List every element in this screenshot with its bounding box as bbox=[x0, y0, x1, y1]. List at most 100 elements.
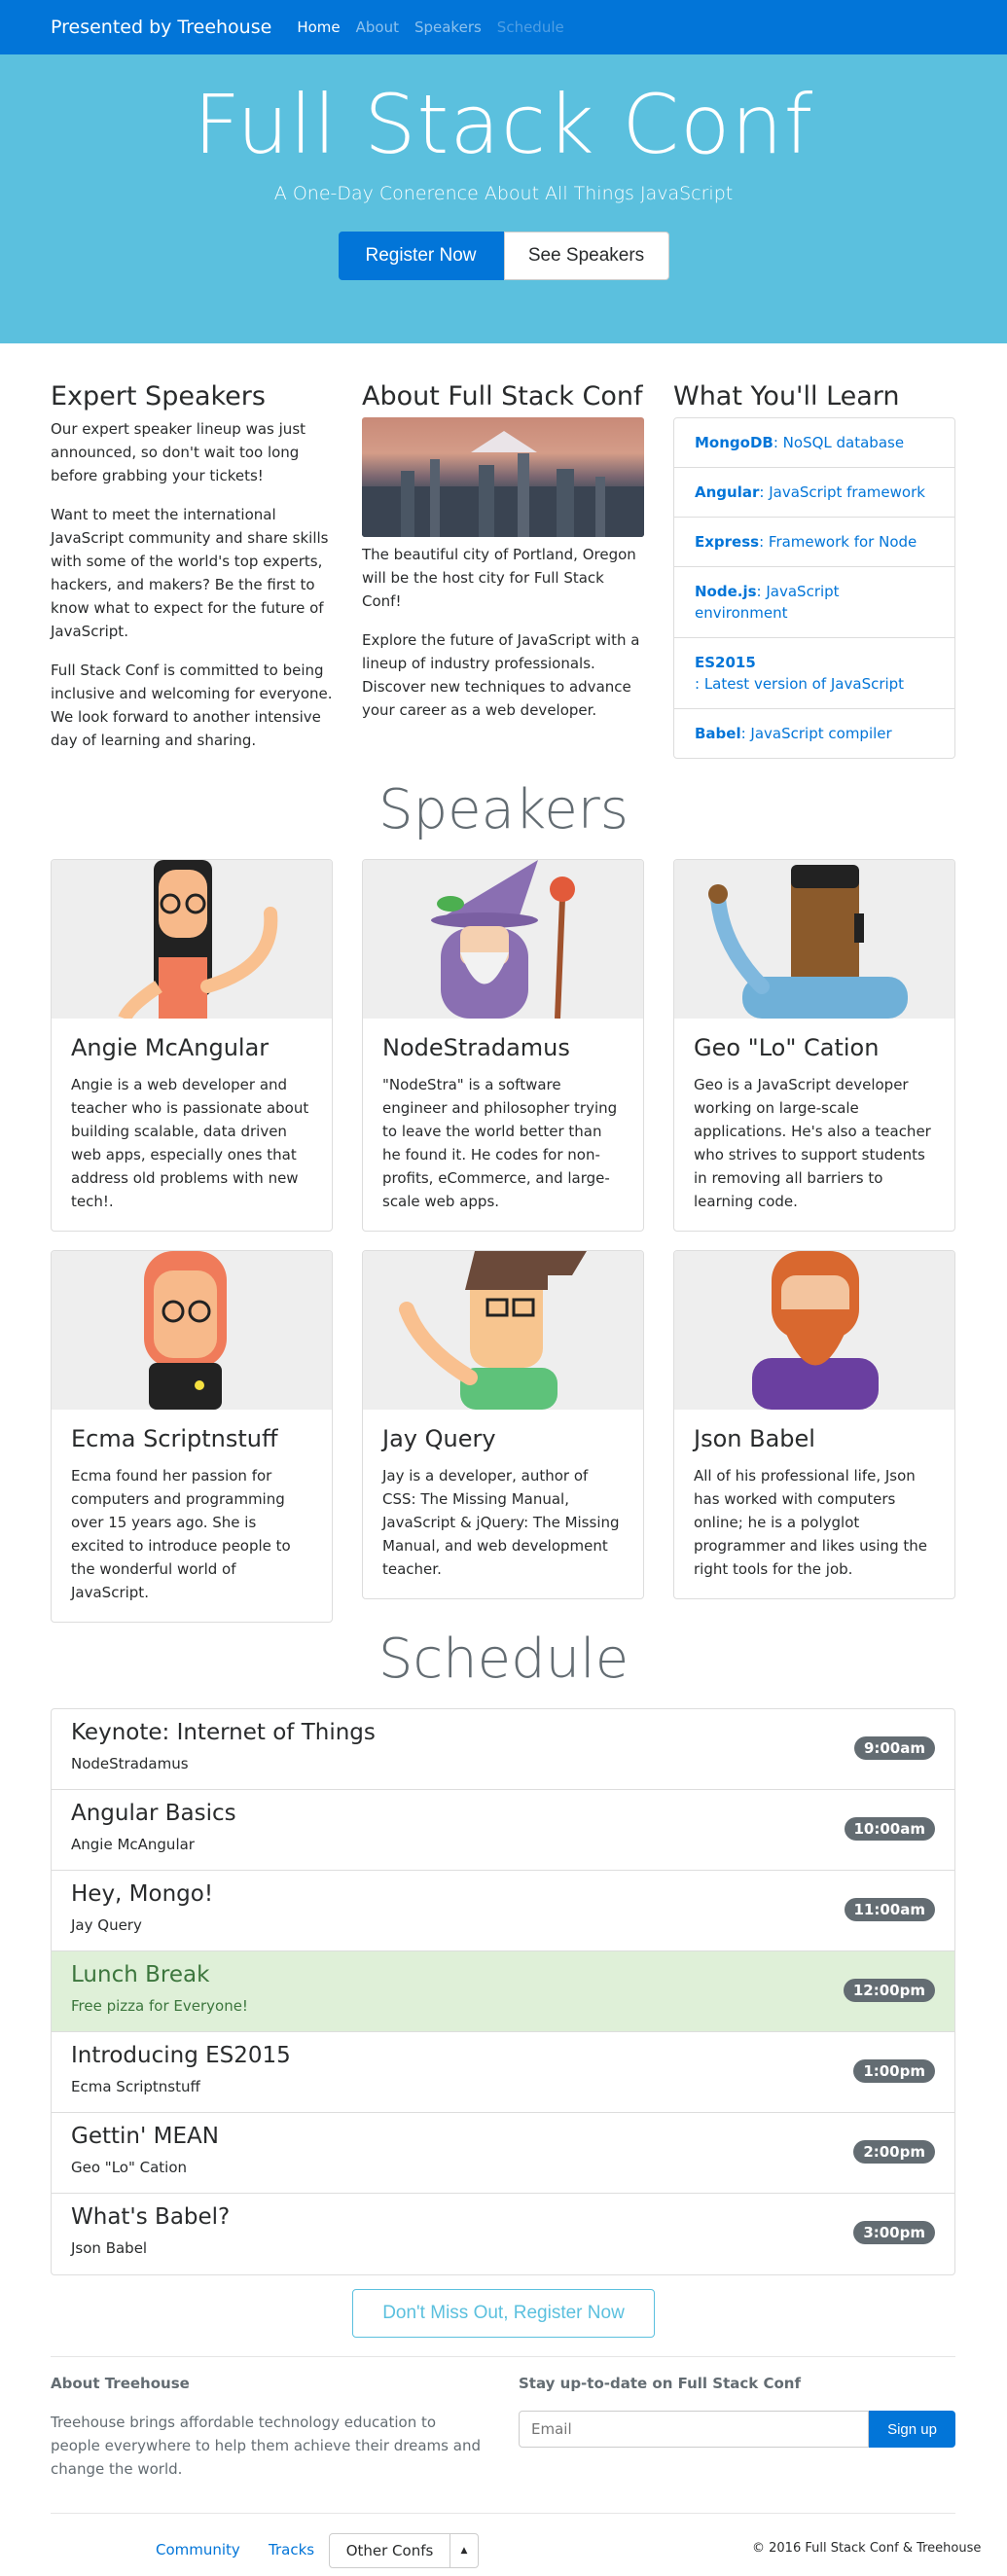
speakers-heading: Speakers bbox=[378, 778, 629, 841]
speaker-name: NodeStradamus bbox=[382, 1034, 570, 1061]
learn-item-babel[interactable]: Babel: JavaScript compiler bbox=[674, 709, 954, 758]
session-title: Introducing ES2015 bbox=[71, 2043, 291, 2068]
session-speaker: Angie McAngular bbox=[71, 1836, 195, 1853]
speaker-card: Angie McAngular Angie is a web developer… bbox=[51, 859, 333, 1232]
nav-home[interactable]: Home bbox=[297, 18, 340, 36]
speaker-bio: Angie is a web developer and teacher who… bbox=[71, 1076, 309, 1210]
speaker-card: Json Babel All of his professional life,… bbox=[673, 1250, 955, 1599]
nav-schedule[interactable]: Schedule bbox=[497, 18, 564, 36]
about-paragraph: Explore the future of JavaScript with a … bbox=[362, 631, 640, 719]
speaker-name: Jay Query bbox=[382, 1425, 496, 1452]
schedule-item: Hey, Mongo! Jay Query 11:00am bbox=[52, 1871, 954, 1951]
learn-item-express[interactable]: Express: Framework for Node bbox=[674, 518, 954, 567]
about-column: About Full Stack Conf The beautiful city… bbox=[362, 381, 644, 737]
signup-button[interactable]: Sign up bbox=[869, 2411, 955, 2448]
learn-item-mongodb[interactable]: MongoDB: NoSQL database bbox=[674, 418, 954, 468]
time-badge: 12:00pm bbox=[843, 1979, 935, 2002]
speaker-avatar bbox=[674, 1251, 954, 1410]
hero-jumbotron: Full Stack Conf A One-Day Conerence Abou… bbox=[0, 54, 1007, 343]
nav-speakers[interactable]: Speakers bbox=[414, 18, 482, 36]
session-speaker: Geo "Lo" Cation bbox=[71, 2159, 188, 2176]
schedule-item: Keynote: Internet of Things NodeStradamus… bbox=[52, 1709, 954, 1790]
about-treehouse-heading: About Treehouse bbox=[51, 2375, 190, 2392]
speaker-card: Jay Query Jay is a developer, author of … bbox=[362, 1250, 644, 1599]
community-link[interactable]: Community bbox=[156, 2541, 240, 2558]
speaker-bio: "NodeStra" is a software engineer and ph… bbox=[382, 1076, 618, 1210]
about-heading: About Full Stack Conf bbox=[362, 381, 643, 411]
speaker-avatar bbox=[674, 860, 954, 1019]
schedule-list: Keynote: Internet of Things NodeStradamus… bbox=[51, 1708, 955, 2275]
time-badge: 3:00pm bbox=[853, 2221, 935, 2244]
tracks-link[interactable]: Tracks bbox=[269, 2541, 314, 2558]
speaker-avatar bbox=[363, 860, 643, 1019]
learn-item-angular[interactable]: Angular: JavaScript framework bbox=[674, 468, 954, 518]
hero-button-group: Register Now See Speakers bbox=[0, 232, 1007, 280]
about-caption: The beautiful city of Portland, Oregon w… bbox=[362, 546, 636, 610]
copyright-text: © 2016 Full Stack Conf & Treehouse bbox=[752, 2541, 982, 2556]
speaker-bio: Jay is a developer, author of CSS: The M… bbox=[382, 1467, 620, 1578]
about-treehouse-text: Treehouse brings affordable technology e… bbox=[51, 2414, 481, 2478]
schedule-item: Introducing ES2015 Ecma Scriptnstuff 1:00p… bbox=[52, 2032, 954, 2113]
expert-paragraph: Full Stack Conf is committed to being in… bbox=[51, 662, 333, 749]
time-badge: 9:00am bbox=[853, 1736, 935, 1760]
session-title: Gettin' MEAN bbox=[71, 2124, 219, 2149]
schedule-item: Gettin' MEAN Geo "Lo" Cation 2:00pm bbox=[52, 2113, 954, 2194]
see-speakers-button[interactable]: See Speakers bbox=[503, 232, 669, 280]
speaker-name: Ecma Scriptnstuff bbox=[71, 1425, 278, 1452]
speaker-avatar bbox=[52, 860, 332, 1019]
speaker-bio: Ecma found her passion for computers and… bbox=[71, 1467, 291, 1601]
hero-subtitle: A One-Day Conerence About All Things Jav… bbox=[273, 183, 734, 204]
divider bbox=[51, 2513, 955, 2514]
speaker-name: Angie McAngular bbox=[71, 1034, 270, 1061]
speaker-name: Json Babel bbox=[694, 1425, 815, 1452]
speaker-avatar bbox=[363, 1251, 643, 1410]
time-badge: 10:00am bbox=[844, 1817, 935, 1841]
speaker-bio: Geo is a JavaScript developer working on… bbox=[694, 1076, 931, 1210]
schedule-heading: Schedule bbox=[378, 1628, 629, 1691]
other-confs-split-button: Other Confs ▲ bbox=[329, 2533, 479, 2568]
newsletter-heading: Stay up-to-date on Full Stack Conf bbox=[519, 2375, 801, 2392]
session-speaker: Free pizza for Everyone! bbox=[71, 1997, 248, 2015]
session-speaker: Jay Query bbox=[71, 1916, 142, 1934]
other-confs-button[interactable]: Other Confs bbox=[330, 2534, 450, 2567]
session-title: What's Babel? bbox=[71, 2204, 231, 2230]
schedule-item-lunch: Lunch Break Free pizza for Everyone! 12:00… bbox=[52, 1951, 954, 2032]
learn-column: What You'll Learn MongoDB: NoSQL databas… bbox=[673, 381, 955, 759]
speaker-avatar bbox=[52, 1251, 332, 1410]
expert-speakers-column: Expert Speakers Our expert speaker lineu… bbox=[51, 381, 333, 768]
time-badge: 11:00am bbox=[844, 1898, 935, 1921]
nav-about[interactable]: About bbox=[356, 18, 399, 36]
learn-heading: What You'll Learn bbox=[673, 381, 900, 411]
speaker-card: Ecma Scriptnstuff Ecma found her passion… bbox=[51, 1250, 333, 1623]
hero-title: Full Stack Conf bbox=[193, 77, 814, 172]
speaker-name: Geo "Lo" Cation bbox=[694, 1034, 880, 1061]
session-speaker: Ecma Scriptnstuff bbox=[71, 2078, 200, 2095]
portland-city-image bbox=[362, 417, 644, 537]
speaker-card: NodeStradamus "NodeStra" is a software e… bbox=[362, 859, 644, 1232]
session-title: Angular Basics bbox=[71, 1801, 236, 1826]
learn-item-nodejs[interactable]: Node.js: JavaScript environment bbox=[674, 567, 954, 638]
email-input[interactable] bbox=[519, 2411, 869, 2448]
time-badge: 2:00pm bbox=[853, 2140, 935, 2164]
session-speaker: NodeStradamus bbox=[71, 1755, 189, 1772]
session-title: Lunch Break bbox=[71, 1962, 210, 1987]
top-navbar: Presented by Treehouse Home About Speake… bbox=[0, 0, 1007, 54]
schedule-item: Angular Basics Angie McAngular 10:00am bbox=[52, 1790, 954, 1871]
learn-item-es2015[interactable]: ES2015: Latest version of JavaScript bbox=[674, 638, 954, 709]
session-title: Keynote: Internet of Things bbox=[71, 1720, 376, 1745]
register-button[interactable]: Register Now bbox=[338, 232, 504, 280]
speaker-bio: All of his professional life, Json has w… bbox=[694, 1467, 927, 1578]
learn-list: MongoDB: NoSQL database Angular: JavaScr… bbox=[673, 417, 955, 759]
schedule-item: What's Babel? Json Babel 3:00pm bbox=[52, 2194, 954, 2274]
expert-paragraph: Want to meet the international JavaScrip… bbox=[51, 506, 329, 640]
expert-paragraph: Our expert speaker lineup was just annou… bbox=[51, 420, 306, 484]
register-cta-button[interactable]: Don't Miss Out, Register Now bbox=[352, 2289, 655, 2338]
brand-link[interactable]: Presented by Treehouse bbox=[51, 17, 271, 38]
caret-up-icon[interactable]: ▲ bbox=[450, 2534, 478, 2567]
session-speaker: Json Babel bbox=[71, 2239, 148, 2257]
time-badge: 1:00pm bbox=[853, 2059, 935, 2083]
divider bbox=[51, 2356, 955, 2357]
expert-speakers-heading: Expert Speakers bbox=[51, 381, 266, 411]
speaker-card: Geo "Lo" Cation Geo is a JavaScript deve… bbox=[673, 859, 955, 1232]
session-title: Hey, Mongo! bbox=[71, 1881, 214, 1907]
